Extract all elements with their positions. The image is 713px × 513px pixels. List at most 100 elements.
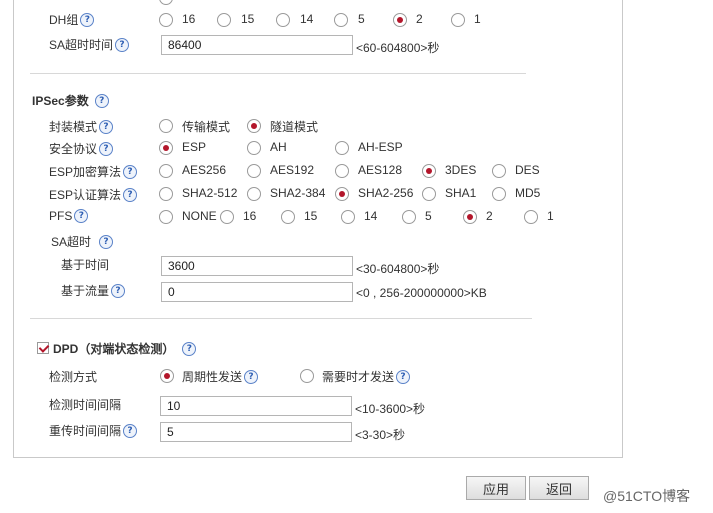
help-icon[interactable]: ? (99, 234, 114, 249)
apply-button[interactable]: 应用 (466, 476, 526, 500)
pfs-option-5: 5 (425, 209, 432, 223)
sa-timeout-label: SA超时时间? (49, 36, 130, 53)
pfs-radio-16[interactable] (220, 210, 234, 224)
esp-auth-radio-sha1[interactable] (422, 187, 436, 201)
help-icon[interactable]: ? (80, 12, 95, 27)
esp-enc-radio-aes128[interactable] (335, 164, 349, 178)
protocol-label: 安全协议? (49, 140, 114, 157)
dh-radio-15[interactable] (217, 13, 231, 27)
dpd-interval-input[interactable]: 10 (160, 396, 352, 416)
esp-auth-radio-sha2-512[interactable] (159, 187, 173, 201)
encap-radio-transport[interactable] (159, 119, 173, 133)
dpd-checkbox[interactable] (37, 342, 49, 354)
protocol-option-esp: ESP (182, 140, 207, 154)
esp-enc-radio-aes192[interactable] (247, 164, 261, 178)
dh-option-16: 16 (182, 12, 196, 26)
dpd-retry-input[interactable]: 5 (160, 422, 352, 442)
esp-auth-option-md5: MD5 (515, 186, 541, 200)
encap-radio-tunnel[interactable] (247, 119, 261, 133)
traffic-based-label: 基于流量? (61, 282, 126, 299)
pfs-option-15: 15 (304, 209, 318, 223)
dh-option-14: 14 (300, 12, 314, 26)
ipsec-sa-timeout-label: SA超时? (51, 233, 114, 250)
esp-enc-option-aes256: AES256 (182, 163, 227, 177)
dh-radio-14[interactable] (276, 13, 290, 27)
settings-panel (13, 0, 623, 458)
dpd-radio-periodic[interactable] (160, 369, 174, 383)
pfs-radio-2[interactable] (463, 210, 477, 224)
dpd-section-title: DPD（对端状态检测）? (53, 340, 197, 357)
pfs-option-16: 16 (243, 209, 257, 223)
help-icon[interactable]: ? (99, 141, 114, 156)
encap-option-transport: 传输模式 (182, 120, 231, 134)
pfs-radio-15[interactable] (281, 210, 295, 224)
divider (30, 318, 532, 319)
traffic-based-hint: <0 , 256-200000000>KB (356, 286, 487, 300)
protocol-radio-ah-esp[interactable] (335, 141, 349, 155)
protocol-option-ah: AH (270, 140, 287, 154)
time-based-input[interactable]: 3600 (161, 256, 353, 276)
dh-group-label: DH组? (49, 11, 95, 28)
dh-option-1: 1 (474, 12, 481, 26)
dh-radio-2[interactable] (393, 13, 407, 27)
pfs-label: PFS? (49, 209, 89, 223)
help-icon[interactable]: ? (115, 37, 130, 52)
watermark: @51CTO博客 (603, 488, 691, 504)
dpd-mode-label: 检测方式 (49, 370, 98, 384)
ipsec-section-title: IPSec参数? (32, 92, 109, 109)
esp-auth-radio-md5[interactable] (492, 187, 506, 201)
esp-auth-option-sha2-256: SHA2-256 (358, 186, 414, 200)
dpd-option-on-demand: 需要时才发送? (322, 368, 411, 385)
help-icon[interactable]: ? (123, 423, 138, 438)
dpd-radio-on-demand[interactable] (300, 369, 314, 383)
pfs-option-2: 2 (486, 209, 493, 223)
help-icon[interactable]: ? (99, 119, 114, 134)
help-icon[interactable]: ? (94, 93, 109, 108)
help-icon[interactable]: ? (396, 369, 411, 384)
esp-auth-option-sha2-512: SHA2-512 (182, 186, 238, 200)
back-button[interactable]: 返回 (529, 476, 589, 500)
help-icon[interactable]: ? (123, 164, 138, 179)
sa-timeout-input[interactable]: 86400 (161, 35, 353, 55)
dh-radio-5[interactable] (334, 13, 348, 27)
encap-mode-label: 封装模式? (49, 118, 114, 135)
esp-enc-option-aes128: AES128 (358, 163, 403, 177)
esp-auth-option-sha1: SHA1 (445, 186, 477, 200)
esp-auth-radio-sha2-256[interactable] (335, 187, 349, 201)
esp-enc-option-aes192: AES192 (270, 163, 315, 177)
dh-radio-16[interactable] (159, 13, 173, 27)
esp-enc-radio-des[interactable] (492, 164, 506, 178)
dpd-interval-hint: <10-3600>秒 (355, 402, 426, 416)
esp-enc-label: ESP加密算法? (49, 163, 138, 180)
help-icon[interactable]: ? (244, 369, 259, 384)
time-based-label: 基于时间 (61, 258, 110, 272)
esp-enc-radio-aes256[interactable] (159, 164, 173, 178)
esp-enc-option-3des: 3DES (445, 163, 477, 177)
pfs-radio-5[interactable] (402, 210, 416, 224)
help-icon[interactable]: ? (111, 283, 126, 298)
dh-option-5: 5 (358, 12, 365, 26)
pfs-option-1: 1 (547, 209, 554, 223)
pfs-radio-1[interactable] (524, 210, 538, 224)
traffic-based-input[interactable]: 0 (161, 282, 353, 302)
protocol-radio-esp[interactable] (159, 141, 173, 155)
help-icon[interactable]: ? (123, 187, 138, 202)
esp-enc-option-des: DES (515, 163, 540, 177)
sa-timeout-hint: <60-604800>秒 (356, 41, 440, 55)
protocol-option-ah-esp: AH-ESP (358, 140, 403, 154)
dh-radio-1[interactable] (451, 13, 465, 27)
help-icon[interactable]: ? (74, 209, 89, 223)
esp-auth-radio-sha2-384[interactable] (247, 187, 261, 201)
dpd-retry-label: 重传时间间隔? (49, 422, 138, 439)
esp-auth-label: ESP认证算法? (49, 186, 138, 203)
divider (30, 73, 526, 74)
protocol-radio-ah[interactable] (247, 141, 261, 155)
esp-auth-option-sha2-384: SHA2-384 (270, 186, 326, 200)
help-icon[interactable]: ? (182, 341, 197, 356)
esp-enc-radio-3des[interactable] (422, 164, 436, 178)
pfs-option-14: 14 (364, 209, 378, 223)
encap-option-tunnel: 隧道模式 (270, 120, 319, 134)
pfs-radio-none[interactable] (159, 210, 173, 224)
pfs-radio-14[interactable] (341, 210, 355, 224)
dpd-retry-hint: <3-30>秒 (355, 428, 406, 442)
